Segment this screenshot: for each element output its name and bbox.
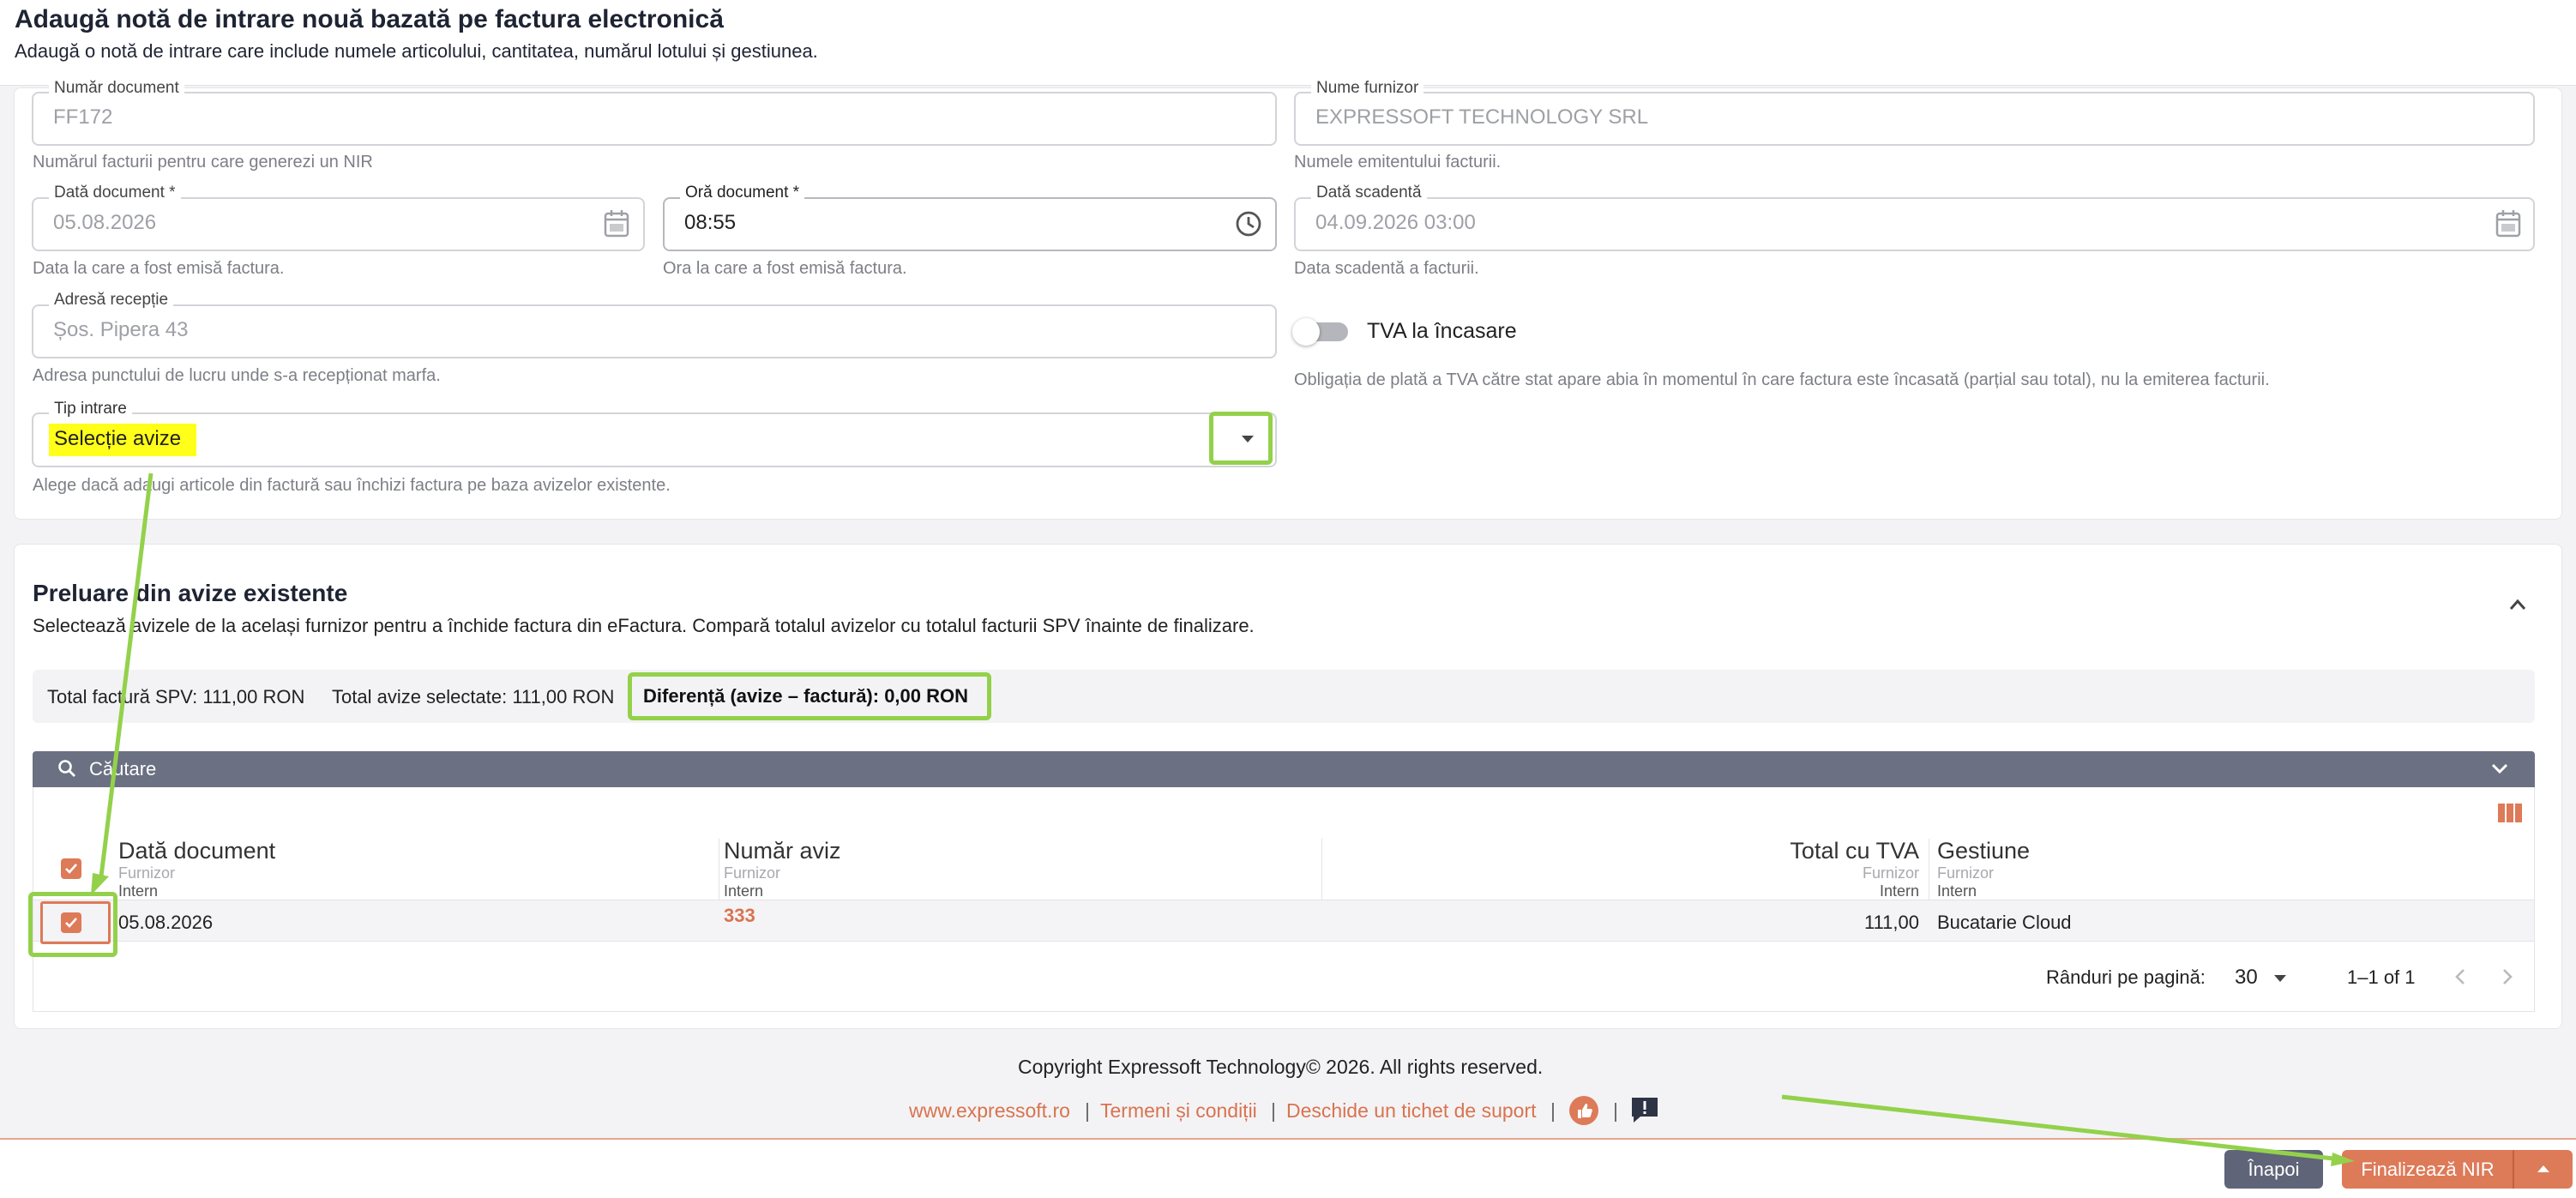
annotation-arrows [91, 473, 2355, 1166]
